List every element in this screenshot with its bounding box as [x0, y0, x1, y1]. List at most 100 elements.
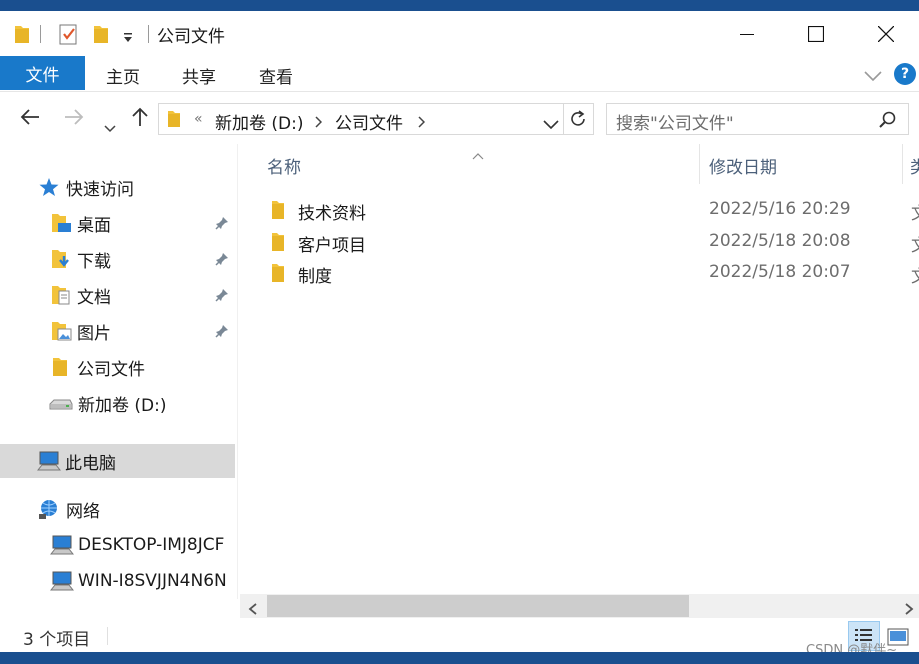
divider [563, 104, 564, 134]
breadcrumb-separator-icon[interactable] [314, 113, 323, 133]
up-button[interactable] [131, 107, 149, 132]
nav-item-downloads[interactable]: 下载 [50, 242, 238, 276]
tab-home[interactable]: 主页 [106, 63, 140, 88]
maximize-icon [808, 25, 824, 42]
pin-icon[interactable] [215, 215, 229, 235]
file-row[interactable]: 客户项目 2022/5/18 20:08 文 [266, 227, 919, 257]
back-button[interactable] [20, 107, 40, 131]
breadcrumb-folder[interactable]: 公司文件 [335, 109, 403, 134]
file-type: 文 [911, 231, 919, 256]
nav-network-win[interactable]: WIN-I8SVJJN4N6N [50, 564, 238, 598]
breadcrumb-overflow[interactable]: « [194, 111, 203, 127]
minimize-icon [740, 33, 754, 35]
status-bar: 3 个项目 [0, 621, 919, 652]
nav-item-documents[interactable]: 文档 [50, 278, 238, 312]
nav-item-desktop[interactable]: 桌面 [50, 206, 238, 240]
nav-label: DESKTOP-IMJ8JCF [78, 535, 225, 555]
tab-share[interactable]: 共享 [182, 63, 216, 88]
nav-this-pc[interactable]: 此电脑 [0, 444, 235, 478]
navigation-pane: 快速访问 桌面 下载 文档 图片 公司文件 新加卷 (D:) 此电脑 网络 DE… [0, 144, 238, 599]
forward-arrow-icon [65, 109, 84, 125]
folder-icon [272, 233, 284, 251]
column-header-date[interactable]: 修改日期 [709, 153, 777, 178]
nav-item-pictures[interactable]: 图片 [50, 314, 238, 348]
maximize-button[interactable] [781, 11, 851, 56]
nav-label: 公司文件 [77, 359, 145, 380]
address-history-chevron-icon[interactable] [543, 115, 559, 135]
properties-icon[interactable] [58, 22, 80, 51]
folder-icon [53, 358, 67, 376]
divider [148, 25, 149, 43]
file-type: 文 [911, 262, 919, 287]
downloads-folder-icon [52, 250, 69, 268]
search-input[interactable]: 搜索"公司文件" [616, 109, 734, 134]
breadcrumb-drive[interactable]: 新加卷 (D:) [215, 109, 304, 134]
nav-label: 快速访问 [66, 179, 134, 200]
column-divider[interactable] [902, 144, 903, 184]
forward-button[interactable] [64, 107, 84, 131]
chevron-down-icon [104, 125, 116, 133]
column-header-name[interactable]: 名称 [267, 153, 301, 178]
explorer-window: 公司文件 文件 主页 共享 查看 ? « 新加卷 (D:) 公司文件 搜索"公司… [0, 11, 919, 652]
help-button[interactable]: ? [894, 63, 916, 85]
ribbon-tabs: 文件 主页 共享 查看 ? [0, 56, 919, 91]
address-bar[interactable]: « 新加卷 (D:) 公司文件 [158, 103, 594, 135]
minimize-button[interactable] [712, 11, 782, 56]
file-date: 2022/5/16 20:29 [709, 199, 851, 219]
file-date: 2022/5/18 20:08 [709, 231, 851, 251]
nav-label: 新加卷 (D:) [78, 395, 167, 416]
pane-divider [237, 144, 238, 599]
column-header-type[interactable]: 类 [910, 153, 919, 178]
scroll-right-icon[interactable] [904, 600, 914, 620]
file-row[interactable]: 制度 2022/5/18 20:07 文 [266, 258, 919, 288]
close-icon [878, 25, 894, 42]
folder-icon [14, 23, 30, 50]
nav-label: 图片 [77, 323, 111, 344]
file-name: 客户项目 [298, 236, 366, 256]
tab-view[interactable]: 查看 [259, 63, 293, 88]
nav-label: 此电脑 [65, 453, 116, 474]
file-name: 技术资料 [298, 204, 366, 224]
refresh-icon[interactable] [569, 110, 587, 133]
nav-item-company-files[interactable]: 公司文件 [50, 350, 238, 384]
computer-icon [37, 451, 61, 471]
star-icon [39, 178, 59, 196]
tab-file[interactable]: 文件 [0, 56, 85, 90]
scroll-left-icon[interactable] [248, 600, 258, 620]
computer-icon [50, 535, 74, 555]
pin-icon[interactable] [215, 287, 229, 307]
file-date: 2022/5/18 20:07 [709, 262, 851, 282]
title-bar: 公司文件 [0, 11, 919, 56]
divider [40, 25, 41, 43]
nav-label: 下载 [77, 251, 111, 272]
nav-network-desktop[interactable]: DESKTOP-IMJ8JCF [50, 528, 238, 562]
pin-icon[interactable] [215, 251, 229, 271]
breadcrumb-separator-icon[interactable] [417, 113, 426, 133]
nav-network[interactable]: 网络 [37, 492, 237, 526]
pin-icon[interactable] [215, 323, 229, 343]
nav-label: 文档 [77, 287, 111, 308]
folder-icon [167, 109, 181, 134]
nav-quick-access[interactable]: 快速访问 [38, 170, 238, 204]
ribbon-divider [0, 91, 919, 92]
sort-ascending-icon [472, 145, 484, 165]
desktop-folder-icon [52, 214, 71, 232]
file-type: 文 [911, 199, 919, 224]
recent-locations-button[interactable] [104, 114, 116, 138]
search-icon[interactable] [879, 111, 896, 133]
file-name: 制度 [298, 267, 332, 287]
folder-icon [272, 264, 284, 282]
scrollbar-thumb[interactable] [267, 595, 689, 617]
file-row[interactable]: 技术资料 2022/5/16 20:29 文 [266, 195, 919, 225]
nav-item-drive-d[interactable]: 新加卷 (D:) [48, 386, 238, 420]
item-count: 3 个项目 [23, 630, 91, 650]
nav-label: 桌面 [77, 215, 111, 236]
documents-folder-icon [52, 286, 70, 305]
expand-ribbon-icon[interactable] [864, 67, 882, 87]
back-arrow-icon [20, 109, 39, 125]
close-button[interactable] [851, 11, 919, 56]
new-folder-icon[interactable] [93, 23, 109, 50]
column-divider[interactable] [699, 144, 700, 184]
customize-dropdown-icon[interactable] [122, 29, 134, 49]
search-box[interactable]: 搜索"公司文件" [606, 103, 909, 135]
